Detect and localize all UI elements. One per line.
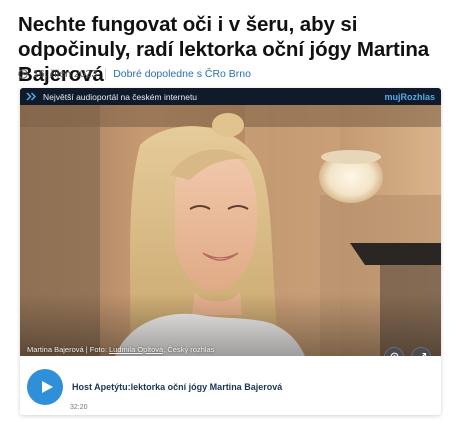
article-date: 16. říjen 2023: [33, 68, 98, 80]
audio-player: Největší audioportál na českém internetu…: [20, 88, 441, 415]
meta-divider: [105, 68, 107, 80]
podcast-icon: [390, 352, 398, 356]
double-chevron-right-icon: [26, 92, 37, 101]
share-icon: [416, 352, 426, 356]
play-button[interactable]: [27, 369, 63, 405]
photo-caption: Martina Bajerová | Foto: Ludmila Opltová…: [27, 345, 214, 354]
photo-author-link[interactable]: Ludmila Opltová: [109, 345, 163, 354]
caption-suffix: , Český rozhlas: [163, 345, 215, 354]
clock-icon: [18, 69, 28, 79]
mujrozhlas-logo-link[interactable]: mujRozhlas: [384, 92, 435, 102]
caption-prefix: Martina Bajerová | Foto:: [27, 345, 109, 354]
play-icon: [41, 381, 53, 393]
show-link[interactable]: Dobré dopoledne s ČRo Brno: [113, 68, 251, 80]
episode-photo: Martina Bajerová | Foto: Ludmila Opltová…: [20, 105, 441, 356]
article-meta: 16. říjen 2023 Dobré dopoledne s ČRo Brn…: [18, 66, 251, 82]
player-controls: Host Apetýtu:lektorka oční jógy Martina …: [20, 356, 441, 415]
track-duration: 32:20: [70, 404, 88, 411]
track-title[interactable]: Host Apetýtu:lektorka oční jógy Martina …: [72, 382, 282, 392]
topbar-slogan: Největší audioportál na českém internetu: [43, 91, 198, 102]
player-topbar: Největší audioportál na českém internetu…: [20, 88, 441, 105]
